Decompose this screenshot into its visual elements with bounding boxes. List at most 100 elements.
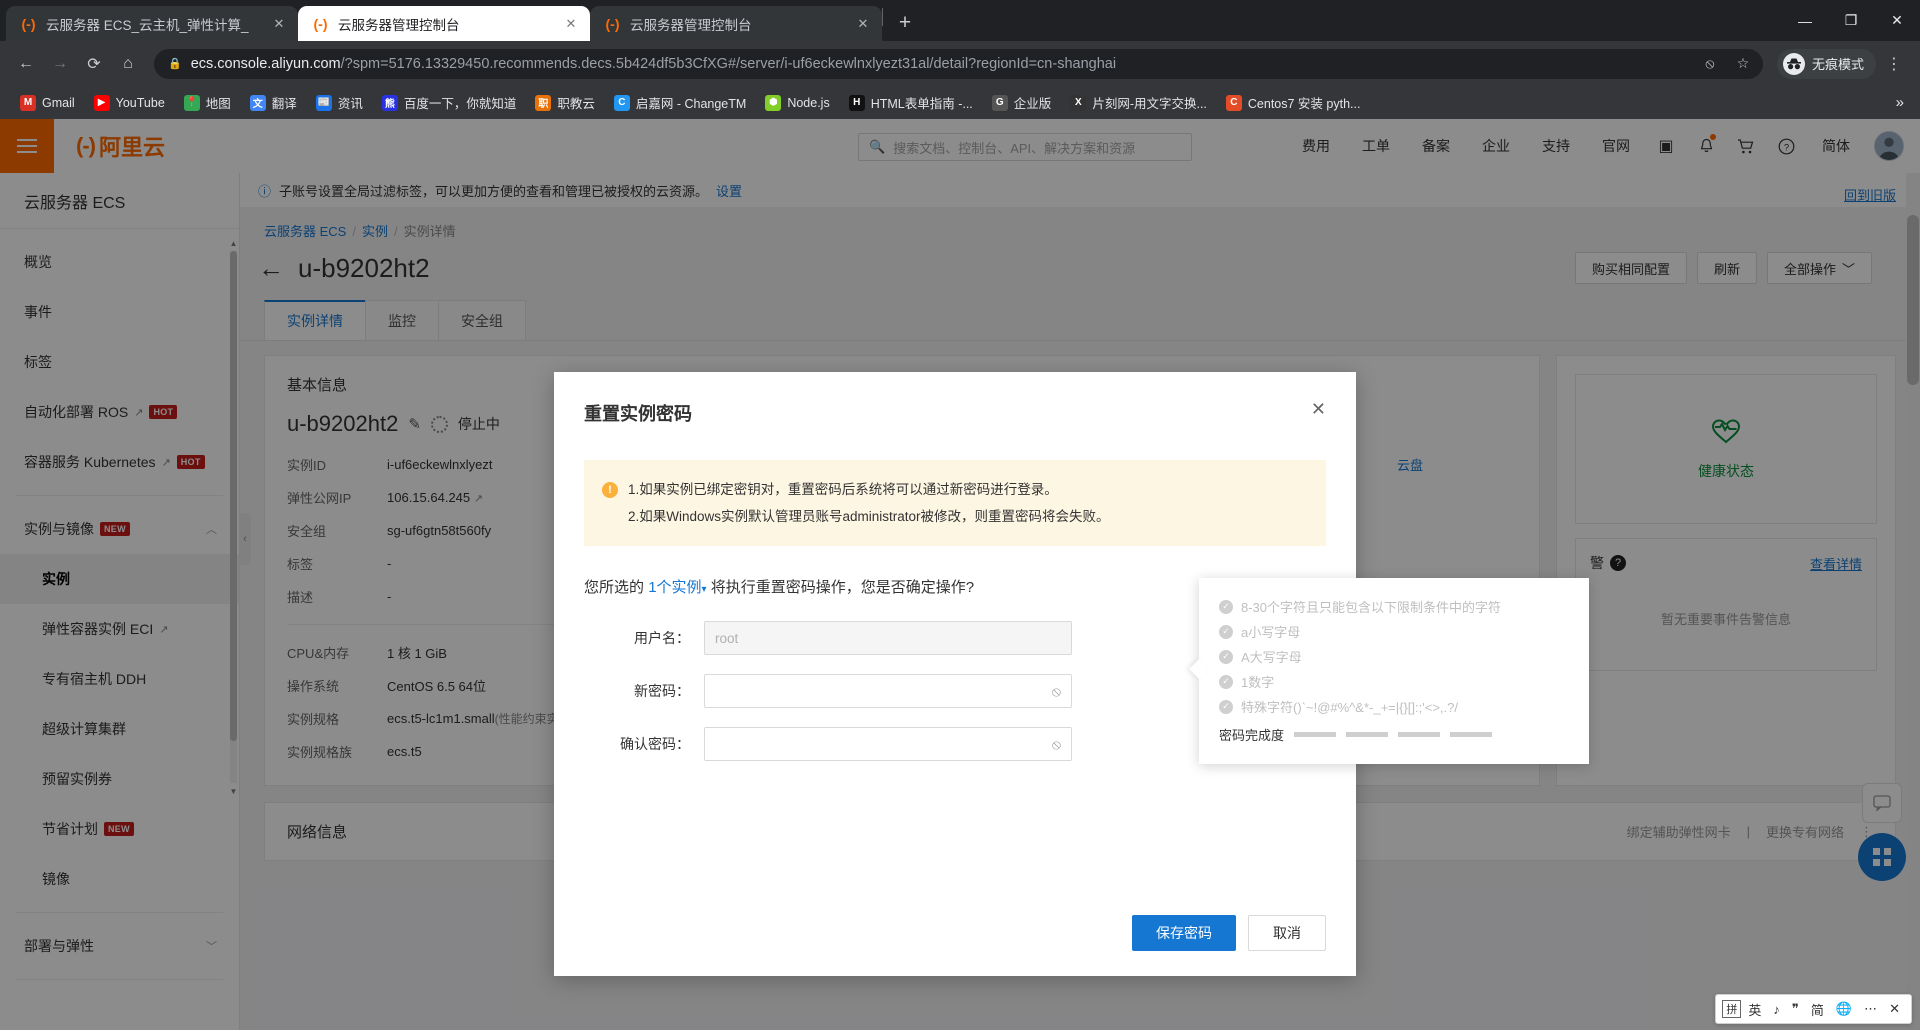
no-script-icon[interactable]: ⦸	[1698, 52, 1722, 76]
eye-toggle-icon[interactable]: ⦸	[1052, 683, 1061, 700]
ime-globe-icon[interactable]: 🌐	[1831, 1001, 1857, 1017]
meter-segment	[1398, 732, 1440, 737]
bookmark-item[interactable]: 文翻译	[242, 89, 305, 116]
url-text: ecs.console.aliyun.com/?spm=5176.1332945…	[191, 56, 1689, 72]
bookmarks-overflow-icon[interactable]: »	[1892, 94, 1908, 111]
bookmark-item[interactable]: ▶YouTube	[86, 91, 173, 115]
bookmark-item[interactable]: ⬢ Node.js	[757, 91, 837, 115]
eye-toggle-icon[interactable]: ⦸	[1052, 736, 1061, 753]
bookmark-item[interactable]: X片刻网-用文字交换...	[1062, 89, 1215, 116]
bookmark-item[interactable]: MGmail	[12, 91, 83, 115]
password-rule: ✓a小写字母	[1219, 619, 1569, 644]
forward-icon[interactable]: →	[44, 48, 76, 80]
close-window-icon[interactable]: ✕	[1874, 0, 1920, 41]
rule-text: 1数字	[1241, 672, 1274, 691]
bookmark-item[interactable]: 📍 地图	[176, 89, 239, 116]
password-rule: ✓特殊字符()`~!@#%^&*-_+=|{}[]:;'<>,.?/	[1219, 694, 1569, 719]
tab-strip: (-) 云服务器 ECS_云主机_弹性计算_ ✕ (-) 云服务器管理控制台 ✕…	[0, 0, 1920, 41]
password-rule: ✓ A大写字母	[1219, 644, 1569, 669]
ime-more-icon[interactable]: ⋯	[1859, 1001, 1882, 1017]
bookmark-label: Node.js	[787, 96, 829, 110]
ime-toolbar: 拼 英 ♪ ❞ 简 🌐 ⋯ ✕	[1715, 994, 1912, 1024]
bookmark-item[interactable]: G企业版	[984, 89, 1060, 116]
meter-segment	[1346, 732, 1388, 737]
bookmark-label: 资讯	[338, 93, 363, 112]
bookmark-star-icon[interactable]: ☆	[1731, 52, 1755, 76]
bookmark-item[interactable]: CCentos7 安装 pyth...	[1218, 89, 1369, 116]
ime-sound-icon[interactable]: ♪	[1768, 1002, 1785, 1017]
selected-instance-count[interactable]: 1个实例	[648, 579, 701, 596]
ime-simplified-mode[interactable]: 简	[1806, 1000, 1829, 1019]
ime-close-icon[interactable]: ✕	[1884, 1001, 1905, 1017]
bookmark-label: Gmail	[42, 96, 75, 110]
tab-close-icon[interactable]: ✕	[562, 15, 580, 33]
username-label: 用户名：	[554, 628, 704, 648]
warning-icon: !	[602, 482, 618, 498]
check-icon: ✓	[1219, 625, 1233, 639]
save-password-button[interactable]: 保存密码	[1132, 915, 1236, 951]
password-rule: ✓ 1数字	[1219, 669, 1569, 694]
bookmark-label: 地图	[206, 93, 231, 112]
bookmark-item[interactable]: 熊百度一下，你就知道	[374, 89, 525, 116]
warning-line-2: 2.如果Windows实例默认管理员账号administrator被修改，则重置…	[628, 503, 1308, 530]
tab-title: 云服务器管理控制台	[630, 14, 845, 34]
maximize-icon[interactable]: ❐	[1828, 0, 1874, 41]
browser-tab-3[interactable]: (-) 云服务器管理控制台 ✕	[590, 6, 882, 41]
browser-menu-icon[interactable]: ⋮	[1878, 48, 1910, 80]
check-icon: ✓	[1219, 600, 1233, 614]
dialog-header: 重置实例密码 ✕	[554, 372, 1356, 426]
minimize-icon[interactable]: —	[1782, 0, 1828, 41]
ime-keyboard-icon[interactable]: 拼	[1722, 1000, 1741, 1018]
bookmarks-bar: MGmail ▶YouTube 📍 地图 文翻译 📰 资讯 熊百度一下，你就知道 职…	[0, 86, 1920, 119]
reload-icon[interactable]: ⟳	[78, 48, 110, 80]
address-bar[interactable]: 🔒 ecs.console.aliyun.com/?spm=5176.13329…	[154, 49, 1763, 79]
browser-window: (-) 云服务器 ECS_云主机_弹性计算_ ✕ (-) 云服务器管理控制台 ✕…	[0, 0, 1920, 1030]
browser-tab-1[interactable]: (-) 云服务器 ECS_云主机_弹性计算_ ✕	[6, 6, 298, 41]
bookmark-favicon-news: 📰	[316, 95, 332, 111]
tab-divider	[882, 8, 883, 26]
new-tab-button[interactable]: +	[889, 7, 921, 39]
aliyun-console: (-) 阿里云 🔍 搜索文档、控制台、API、解决方案和资源 费用 工单 备案 …	[0, 119, 1920, 1030]
chevron-down-icon[interactable]: ▾	[702, 584, 707, 595]
bookmark-favicon-nodejs: ⬢	[765, 95, 781, 111]
dialog-title: 重置实例密码	[584, 400, 692, 426]
meter-segment	[1450, 732, 1492, 737]
incognito-label: 无痕模式	[1812, 54, 1864, 73]
bookmark-item[interactable]: 职职教云	[527, 89, 603, 116]
bookmark-item[interactable]: 📰 资讯	[308, 89, 371, 116]
new-password-label: 新密码：	[554, 681, 704, 701]
tab-close-icon[interactable]: ✕	[270, 15, 288, 33]
bookmark-item[interactable]: C启嘉网 - ChangeTM	[606, 89, 754, 116]
bookmark-item[interactable]: HHTML表单指南 -...	[841, 89, 981, 116]
tab-close-icon[interactable]: ✕	[854, 15, 872, 33]
aliyun-favicon: (-)	[20, 15, 37, 32]
bookmark-favicon-piankewang: X	[1070, 95, 1086, 111]
bookmark-favicon-html: H	[849, 95, 865, 111]
confirm-password-label: 确认密码：	[554, 734, 704, 754]
browser-tab-2[interactable]: (-) 云服务器管理控制台 ✕	[298, 6, 590, 41]
bookmark-label: YouTube	[116, 96, 165, 110]
home-icon[interactable]: ⌂	[112, 48, 144, 80]
ime-punctuation-icon[interactable]: ❞	[1787, 1001, 1804, 1017]
check-icon: ✓	[1219, 675, 1233, 689]
rule-text: A大写字母	[1241, 647, 1302, 666]
rule-text: 特殊字符()`~!@#%^&*-_+=|{}[]:;'<>,.?/	[1241, 697, 1458, 716]
check-icon: ✓	[1219, 650, 1233, 664]
back-icon[interactable]: ←	[10, 48, 42, 80]
new-password-input[interactable]: ⦸	[704, 674, 1072, 708]
question-prefix: 您所选的	[584, 579, 644, 596]
bookmark-favicon-enterprise: G	[992, 95, 1008, 111]
bookmark-label: 百度一下，你就知道	[404, 93, 517, 112]
incognito-indicator[interactable]: 无痕模式	[1777, 49, 1876, 79]
close-icon[interactable]: ✕	[1311, 400, 1326, 418]
bookmark-favicon-maps: 📍	[184, 95, 200, 111]
confirm-password-input[interactable]: ⦸	[704, 727, 1072, 761]
warning-line-1: 1.如果实例已绑定密钥对，重置密码后系统将可以通过新密码进行登录。	[628, 476, 1308, 503]
meter-label: 密码完成度	[1219, 725, 1284, 744]
cancel-button[interactable]: 取消	[1248, 915, 1326, 951]
ime-english-mode[interactable]: 英	[1743, 1000, 1766, 1019]
bookmark-favicon-centos: C	[1226, 95, 1242, 111]
rule-text: 8-30个字符且只能包含以下限制条件中的字符	[1241, 597, 1501, 616]
url-path: /?spm=5176.13329450.recommends.decs.5b42…	[341, 56, 1116, 72]
bookmark-favicon-translate: 文	[250, 95, 266, 111]
